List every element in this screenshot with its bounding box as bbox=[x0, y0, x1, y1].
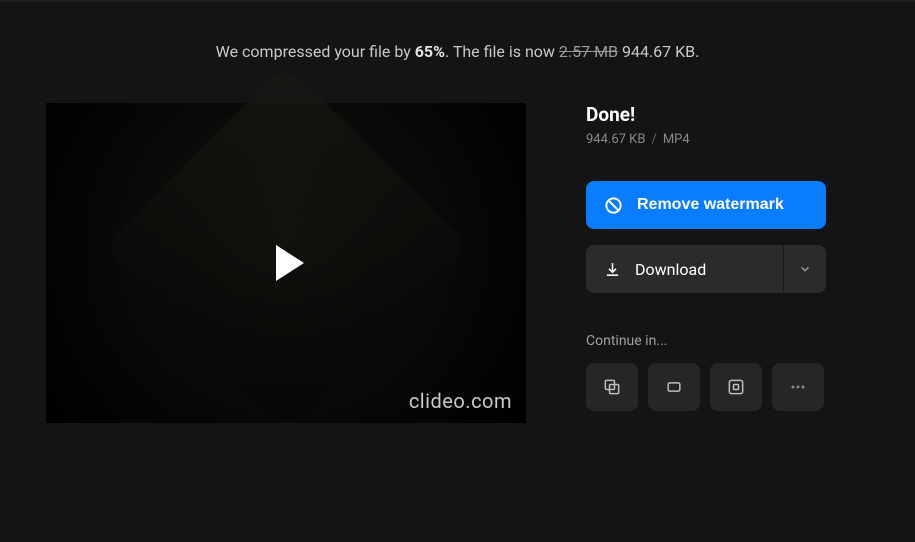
remove-watermark-button[interactable]: Remove watermark bbox=[586, 181, 826, 229]
file-format: MP4 bbox=[663, 132, 690, 147]
file-size: 944.67 KB bbox=[586, 132, 645, 147]
video-preview[interactable]: clideo.com bbox=[46, 103, 526, 423]
meta-separator: / bbox=[651, 132, 656, 147]
summary-old-size: 2.57 MB bbox=[559, 42, 618, 61]
download-dropdown-button[interactable] bbox=[784, 245, 826, 293]
done-title: Done! bbox=[586, 103, 826, 126]
tool-more-button[interactable] bbox=[772, 363, 824, 411]
download-label: Download bbox=[635, 260, 706, 279]
chevron-down-icon bbox=[798, 262, 812, 276]
summary-new-size: 944.67 KB. bbox=[618, 42, 699, 61]
merge-icon bbox=[602, 377, 622, 397]
crop-icon bbox=[664, 377, 684, 397]
tool-crop-button[interactable] bbox=[648, 363, 700, 411]
download-button[interactable]: Download bbox=[586, 245, 784, 293]
summary-prefix: We compressed your file by bbox=[216, 42, 415, 61]
compression-summary: We compressed your file by 65%. The file… bbox=[0, 2, 915, 61]
continue-tools bbox=[586, 363, 826, 411]
tool-resize-button[interactable] bbox=[710, 363, 762, 411]
continue-label: Continue in... bbox=[586, 333, 826, 349]
play-icon[interactable] bbox=[276, 245, 304, 281]
tool-merge-button[interactable] bbox=[586, 363, 638, 411]
summary-percent: 65% bbox=[415, 42, 445, 61]
remove-watermark-label: Remove watermark bbox=[637, 196, 784, 214]
download-icon bbox=[604, 261, 621, 278]
summary-middle: . The file is now bbox=[445, 42, 559, 61]
more-icon bbox=[788, 377, 808, 397]
file-meta: 944.67 KB / MP4 bbox=[586, 132, 826, 147]
prohibit-icon bbox=[604, 196, 623, 215]
resize-icon bbox=[726, 377, 746, 397]
video-watermark: clideo.com bbox=[409, 389, 512, 413]
